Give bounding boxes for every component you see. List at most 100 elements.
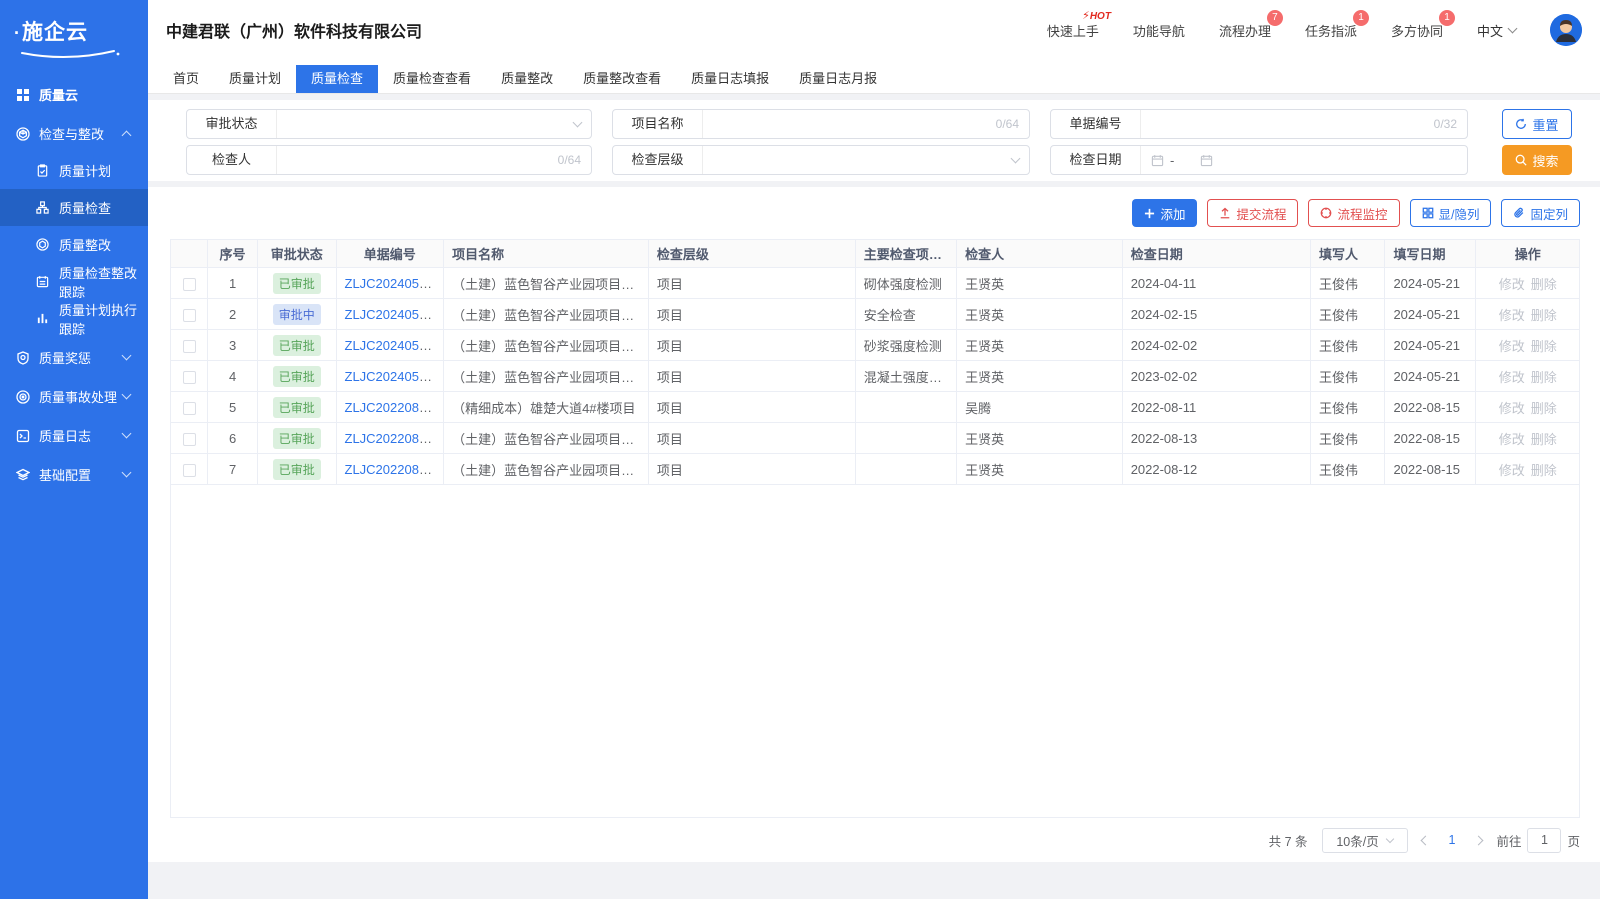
fixed-columns-button[interactable]: 固定列 bbox=[1501, 199, 1580, 227]
inspection-date-range[interactable]: 检查日期 - bbox=[1050, 145, 1468, 175]
column-header: 检查层级 bbox=[648, 240, 855, 268]
delete-link[interactable]: 删除 bbox=[1531, 463, 1557, 478]
sidebar-group-basic-config[interactable]: 基础配置 bbox=[0, 456, 148, 493]
sidebar-item-label: 质量检查 bbox=[59, 198, 111, 217]
row-checkbox[interactable] bbox=[183, 371, 196, 384]
prev-page-button[interactable] bbox=[1420, 835, 1430, 845]
row-checkbox[interactable] bbox=[183, 402, 196, 415]
project-name: （土建）蓝色智谷产业园项目施工总承... bbox=[444, 330, 649, 361]
nav-process-handling[interactable]: 流程办理 7 bbox=[1219, 21, 1271, 40]
inspection-level-select[interactable]: 检查层级 bbox=[612, 145, 1030, 175]
add-button[interactable]: 添加 bbox=[1132, 199, 1197, 227]
calendar-icon bbox=[1151, 154, 1164, 167]
edit-link[interactable]: 修改 bbox=[1499, 308, 1525, 323]
status-cell: 已审批 bbox=[257, 454, 336, 485]
writer-name: 王俊伟 bbox=[1310, 361, 1384, 392]
grid-icon bbox=[1422, 207, 1434, 219]
status-cell: 已审批 bbox=[257, 423, 336, 454]
edit-link[interactable]: 修改 bbox=[1499, 339, 1525, 354]
reset-button[interactable]: 重置 bbox=[1502, 109, 1572, 139]
project-name: （土建）蓝色智谷产业园项目施工总承... bbox=[444, 423, 649, 454]
inspector-name: 吴腾 bbox=[957, 392, 1123, 423]
goto-page-input[interactable]: 1 bbox=[1527, 828, 1561, 853]
row-checkbox[interactable] bbox=[183, 433, 196, 446]
nav-function-guide[interactable]: 功能导航 bbox=[1133, 21, 1185, 40]
sidebar-item-quality-inspection[interactable]: 质量检查 bbox=[0, 189, 148, 226]
project-name-input[interactable]: 项目名称 0/64 bbox=[612, 109, 1030, 139]
tab-home[interactable]: 首页 bbox=[158, 65, 214, 93]
status-badge: 已审批 bbox=[273, 397, 321, 418]
nav-quick-start[interactable]: 快速上手 ⚡HOT bbox=[1047, 21, 1099, 40]
search-button[interactable]: 搜索 bbox=[1502, 145, 1572, 175]
sidebar-group-reward[interactable]: 质量奖惩 bbox=[0, 339, 148, 376]
doc-no-link[interactable]: ZLJC2024050445 bbox=[345, 307, 444, 322]
row-index: 7 bbox=[208, 454, 258, 485]
inspection-item: 安全检查 bbox=[855, 299, 956, 330]
row-checkbox[interactable] bbox=[183, 309, 196, 322]
tab-rectify-view[interactable]: 质量整改查看 bbox=[568, 65, 676, 93]
user-avatar[interactable] bbox=[1550, 14, 1582, 46]
tab-journal-fill[interactable]: 质量日志填报 bbox=[676, 65, 784, 93]
sidebar-item-quality-rectify[interactable]: 质量整改 bbox=[0, 226, 148, 263]
edit-link[interactable]: 修改 bbox=[1499, 401, 1525, 416]
current-page[interactable]: 1 bbox=[1443, 833, 1462, 847]
edit-link[interactable]: 修改 bbox=[1499, 432, 1525, 447]
edit-link[interactable]: 修改 bbox=[1499, 370, 1525, 385]
inspection-item bbox=[855, 392, 956, 423]
doc-no-link[interactable]: ZLJC2024050443 bbox=[345, 369, 444, 384]
nav-task-assign[interactable]: 任务指派 1 bbox=[1305, 21, 1357, 40]
inspector-input[interactable]: 检查人 0/64 bbox=[186, 145, 592, 175]
inspector-name: 王贤英 bbox=[957, 423, 1123, 454]
language-selector[interactable]: 中文 bbox=[1477, 21, 1516, 40]
sidebar-item-plan-exec-tracking[interactable]: 质量计划执行跟踪 bbox=[0, 300, 148, 337]
sidebar-item-quality-plan[interactable]: 质量计划 bbox=[0, 152, 148, 189]
flow-monitor-button[interactable]: 流程监控 bbox=[1308, 199, 1399, 227]
doc-no-input[interactable]: 单据编号 0/32 bbox=[1050, 109, 1468, 139]
table-panel: 添加 提交流程 流程监控 显/隐列 固定列 序号审批状态单据编号项目名称检查层级… bbox=[148, 187, 1600, 862]
submit-flow-button[interactable]: 提交流程 bbox=[1207, 199, 1298, 227]
edit-link[interactable]: 修改 bbox=[1499, 277, 1525, 292]
tab-quality-plan[interactable]: 质量计划 bbox=[214, 65, 296, 93]
tab-bar: 首页 质量计划 质量检查 质量检查查看 质量整改 质量整改查看 质量日志填报 质… bbox=[148, 60, 1600, 94]
edit-link[interactable]: 修改 bbox=[1499, 463, 1525, 478]
tab-quality-rectify[interactable]: 质量整改 bbox=[486, 65, 568, 93]
doc-no-link[interactable]: ZLJC2022080174 bbox=[345, 400, 444, 415]
doc-no-link[interactable]: ZLJC2024050446 bbox=[345, 276, 444, 291]
project-name: （精细成本）雄楚大道4#楼项目 bbox=[444, 392, 649, 423]
tab-inspection-view[interactable]: 质量检查查看 bbox=[378, 65, 486, 93]
delete-link[interactable]: 删除 bbox=[1531, 370, 1557, 385]
status-cell: 已审批 bbox=[257, 392, 336, 423]
delete-link[interactable]: 删除 bbox=[1531, 277, 1557, 292]
row-checkbox[interactable] bbox=[183, 340, 196, 353]
actions-cell: 修改删除 bbox=[1476, 299, 1580, 330]
sidebar-group-journal[interactable]: 质量日志 bbox=[0, 417, 148, 454]
chevron-down-icon bbox=[122, 351, 132, 361]
column-header: 项目名称 bbox=[444, 240, 649, 268]
delete-link[interactable]: 删除 bbox=[1531, 339, 1557, 354]
page-size-select[interactable]: 10条/页 bbox=[1322, 828, 1408, 853]
delete-link[interactable]: 删除 bbox=[1531, 401, 1557, 416]
sidebar-group-accident[interactable]: 质量事故处理 bbox=[0, 378, 148, 415]
next-page-button[interactable] bbox=[1474, 835, 1484, 845]
toggle-columns-button[interactable]: 显/隐列 bbox=[1410, 199, 1492, 227]
delete-link[interactable]: 删除 bbox=[1531, 432, 1557, 447]
approval-status-select[interactable]: 审批状态 bbox=[186, 109, 592, 139]
checkbox-cell bbox=[171, 392, 208, 423]
table-row: 6已审批ZLJC2022080173（土建）蓝色智谷产业园项目施工总承...项目… bbox=[171, 423, 1580, 454]
status-badge: 审批中 bbox=[273, 304, 321, 325]
row-checkbox[interactable] bbox=[183, 278, 196, 291]
row-checkbox[interactable] bbox=[183, 464, 196, 477]
sidebar-group-inspection[interactable]: 检查与整改 bbox=[0, 115, 148, 152]
tab-quality-inspection[interactable]: 质量检查 bbox=[296, 65, 378, 93]
write-date: 2024-05-21 bbox=[1385, 361, 1476, 392]
doc-no-link[interactable]: ZLJC2022080173 bbox=[345, 431, 444, 446]
sidebar-item-rectify-tracking[interactable]: 质量检查整改跟踪 bbox=[0, 263, 148, 300]
writer-name: 王俊伟 bbox=[1310, 299, 1384, 330]
doc-no-link[interactable]: ZLJC2024050444 bbox=[345, 338, 444, 353]
sidebar-item-quality-cloud[interactable]: 质量云 bbox=[0, 76, 148, 113]
nav-collaboration[interactable]: 多方协同 1 bbox=[1391, 21, 1443, 40]
tab-journal-monthly[interactable]: 质量日志月报 bbox=[784, 65, 892, 93]
doc-no-link[interactable]: ZLJC2022080172 bbox=[345, 462, 444, 477]
count-badge: 1 bbox=[1353, 10, 1369, 26]
delete-link[interactable]: 删除 bbox=[1531, 308, 1557, 323]
